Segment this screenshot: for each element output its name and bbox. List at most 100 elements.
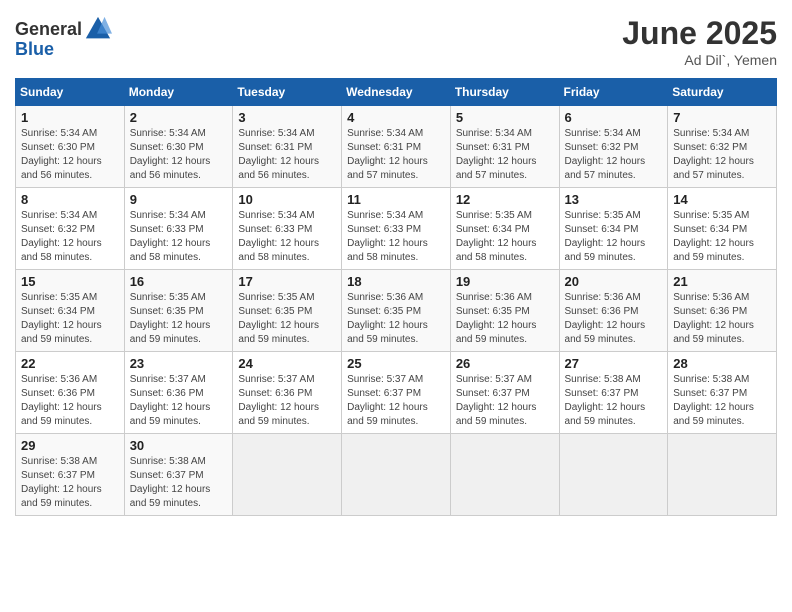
table-row: 3 Sunrise: 5:34 AM Sunset: 6:31 PM Dayli… xyxy=(233,106,342,188)
day-number: 7 xyxy=(673,110,771,125)
table-row: 23 Sunrise: 5:37 AM Sunset: 6:36 PM Dayl… xyxy=(124,352,233,434)
day-number: 21 xyxy=(673,274,771,289)
logo-text-general: General xyxy=(15,19,82,40)
calendar-week-row: 22 Sunrise: 5:36 AM Sunset: 6:36 PM Dayl… xyxy=(16,352,777,434)
table-row: 26 Sunrise: 5:37 AM Sunset: 6:37 PM Dayl… xyxy=(450,352,559,434)
table-row: 27 Sunrise: 5:38 AM Sunset: 6:37 PM Dayl… xyxy=(559,352,668,434)
day-info: Sunrise: 5:36 AM Sunset: 6:35 PM Dayligh… xyxy=(347,291,445,347)
table-row xyxy=(668,434,777,516)
day-number: 10 xyxy=(238,192,336,207)
day-number: 11 xyxy=(347,192,445,207)
day-info: Sunrise: 5:34 AM Sunset: 6:33 PM Dayligh… xyxy=(130,209,228,265)
day-info: Sunrise: 5:34 AM Sunset: 6:30 PM Dayligh… xyxy=(21,127,119,183)
table-row: 8 Sunrise: 5:34 AM Sunset: 6:32 PM Dayli… xyxy=(16,188,125,270)
logo: General Blue xyxy=(15,15,112,60)
day-info: Sunrise: 5:38 AM Sunset: 6:37 PM Dayligh… xyxy=(21,455,119,511)
day-info: Sunrise: 5:37 AM Sunset: 6:37 PM Dayligh… xyxy=(347,373,445,429)
page-header: General Blue June 2025 Ad Dil`, Yemen xyxy=(15,15,777,68)
day-info: Sunrise: 5:37 AM Sunset: 6:37 PM Dayligh… xyxy=(456,373,554,429)
table-row: 16 Sunrise: 5:35 AM Sunset: 6:35 PM Dayl… xyxy=(124,270,233,352)
table-row: 10 Sunrise: 5:34 AM Sunset: 6:33 PM Dayl… xyxy=(233,188,342,270)
day-info: Sunrise: 5:34 AM Sunset: 6:33 PM Dayligh… xyxy=(238,209,336,265)
day-info: Sunrise: 5:36 AM Sunset: 6:35 PM Dayligh… xyxy=(456,291,554,347)
day-number: 20 xyxy=(565,274,663,289)
table-row: 25 Sunrise: 5:37 AM Sunset: 6:37 PM Dayl… xyxy=(342,352,451,434)
day-number: 5 xyxy=(456,110,554,125)
table-row: 11 Sunrise: 5:34 AM Sunset: 6:33 PM Dayl… xyxy=(342,188,451,270)
logo-text-blue: Blue xyxy=(15,39,54,60)
table-row: 4 Sunrise: 5:34 AM Sunset: 6:31 PM Dayli… xyxy=(342,106,451,188)
table-row: 12 Sunrise: 5:35 AM Sunset: 6:34 PM Dayl… xyxy=(450,188,559,270)
table-row: 18 Sunrise: 5:36 AM Sunset: 6:35 PM Dayl… xyxy=(342,270,451,352)
day-info: Sunrise: 5:38 AM Sunset: 6:37 PM Dayligh… xyxy=(130,455,228,511)
day-info: Sunrise: 5:35 AM Sunset: 6:34 PM Dayligh… xyxy=(673,209,771,265)
day-number: 12 xyxy=(456,192,554,207)
table-row xyxy=(233,434,342,516)
day-number: 25 xyxy=(347,356,445,371)
col-thursday: Thursday xyxy=(450,79,559,106)
day-info: Sunrise: 5:37 AM Sunset: 6:36 PM Dayligh… xyxy=(238,373,336,429)
table-row: 29 Sunrise: 5:38 AM Sunset: 6:37 PM Dayl… xyxy=(16,434,125,516)
table-row: 21 Sunrise: 5:36 AM Sunset: 6:36 PM Dayl… xyxy=(668,270,777,352)
table-row: 14 Sunrise: 5:35 AM Sunset: 6:34 PM Dayl… xyxy=(668,188,777,270)
col-saturday: Saturday xyxy=(668,79,777,106)
day-number: 4 xyxy=(347,110,445,125)
day-info: Sunrise: 5:34 AM Sunset: 6:33 PM Dayligh… xyxy=(347,209,445,265)
day-info: Sunrise: 5:38 AM Sunset: 6:37 PM Dayligh… xyxy=(673,373,771,429)
day-number: 15 xyxy=(21,274,119,289)
day-number: 9 xyxy=(130,192,228,207)
page-subtitle: Ad Dil`, Yemen xyxy=(622,52,777,68)
calendar-week-row: 1 Sunrise: 5:34 AM Sunset: 6:30 PM Dayli… xyxy=(16,106,777,188)
calendar-header-row: Sunday Monday Tuesday Wednesday Thursday… xyxy=(16,79,777,106)
day-number: 28 xyxy=(673,356,771,371)
day-number: 24 xyxy=(238,356,336,371)
table-row: 24 Sunrise: 5:37 AM Sunset: 6:36 PM Dayl… xyxy=(233,352,342,434)
title-block: June 2025 Ad Dil`, Yemen xyxy=(622,15,777,68)
col-friday: Friday xyxy=(559,79,668,106)
day-info: Sunrise: 5:34 AM Sunset: 6:31 PM Dayligh… xyxy=(456,127,554,183)
col-wednesday: Wednesday xyxy=(342,79,451,106)
table-row: 1 Sunrise: 5:34 AM Sunset: 6:30 PM Dayli… xyxy=(16,106,125,188)
day-info: Sunrise: 5:34 AM Sunset: 6:30 PM Dayligh… xyxy=(130,127,228,183)
day-info: Sunrise: 5:38 AM Sunset: 6:37 PM Dayligh… xyxy=(565,373,663,429)
day-info: Sunrise: 5:34 AM Sunset: 6:32 PM Dayligh… xyxy=(21,209,119,265)
day-number: 13 xyxy=(565,192,663,207)
table-row: 15 Sunrise: 5:35 AM Sunset: 6:34 PM Dayl… xyxy=(16,270,125,352)
table-row: 2 Sunrise: 5:34 AM Sunset: 6:30 PM Dayli… xyxy=(124,106,233,188)
table-row: 5 Sunrise: 5:34 AM Sunset: 6:31 PM Dayli… xyxy=(450,106,559,188)
day-number: 27 xyxy=(565,356,663,371)
day-number: 18 xyxy=(347,274,445,289)
day-number: 2 xyxy=(130,110,228,125)
table-row: 20 Sunrise: 5:36 AM Sunset: 6:36 PM Dayl… xyxy=(559,270,668,352)
table-row: 17 Sunrise: 5:35 AM Sunset: 6:35 PM Dayl… xyxy=(233,270,342,352)
day-info: Sunrise: 5:36 AM Sunset: 6:36 PM Dayligh… xyxy=(673,291,771,347)
day-info: Sunrise: 5:34 AM Sunset: 6:31 PM Dayligh… xyxy=(238,127,336,183)
col-sunday: Sunday xyxy=(16,79,125,106)
table-row xyxy=(559,434,668,516)
day-number: 29 xyxy=(21,438,119,453)
day-number: 6 xyxy=(565,110,663,125)
day-info: Sunrise: 5:35 AM Sunset: 6:34 PM Dayligh… xyxy=(565,209,663,265)
table-row: 6 Sunrise: 5:34 AM Sunset: 6:32 PM Dayli… xyxy=(559,106,668,188)
calendar-week-row: 15 Sunrise: 5:35 AM Sunset: 6:34 PM Dayl… xyxy=(16,270,777,352)
calendar-week-row: 29 Sunrise: 5:38 AM Sunset: 6:37 PM Dayl… xyxy=(16,434,777,516)
table-row: 28 Sunrise: 5:38 AM Sunset: 6:37 PM Dayl… xyxy=(668,352,777,434)
day-number: 16 xyxy=(130,274,228,289)
day-number: 3 xyxy=(238,110,336,125)
table-row xyxy=(450,434,559,516)
day-number: 23 xyxy=(130,356,228,371)
day-info: Sunrise: 5:35 AM Sunset: 6:35 PM Dayligh… xyxy=(238,291,336,347)
day-info: Sunrise: 5:35 AM Sunset: 6:34 PM Dayligh… xyxy=(456,209,554,265)
table-row: 13 Sunrise: 5:35 AM Sunset: 6:34 PM Dayl… xyxy=(559,188,668,270)
day-number: 8 xyxy=(21,192,119,207)
day-info: Sunrise: 5:35 AM Sunset: 6:34 PM Dayligh… xyxy=(21,291,119,347)
day-number: 30 xyxy=(130,438,228,453)
table-row: 9 Sunrise: 5:34 AM Sunset: 6:33 PM Dayli… xyxy=(124,188,233,270)
table-row: 22 Sunrise: 5:36 AM Sunset: 6:36 PM Dayl… xyxy=(16,352,125,434)
day-number: 22 xyxy=(21,356,119,371)
table-row: 19 Sunrise: 5:36 AM Sunset: 6:35 PM Dayl… xyxy=(450,270,559,352)
day-number: 19 xyxy=(456,274,554,289)
logo-icon xyxy=(84,15,112,43)
day-info: Sunrise: 5:36 AM Sunset: 6:36 PM Dayligh… xyxy=(565,291,663,347)
calendar-week-row: 8 Sunrise: 5:34 AM Sunset: 6:32 PM Dayli… xyxy=(16,188,777,270)
